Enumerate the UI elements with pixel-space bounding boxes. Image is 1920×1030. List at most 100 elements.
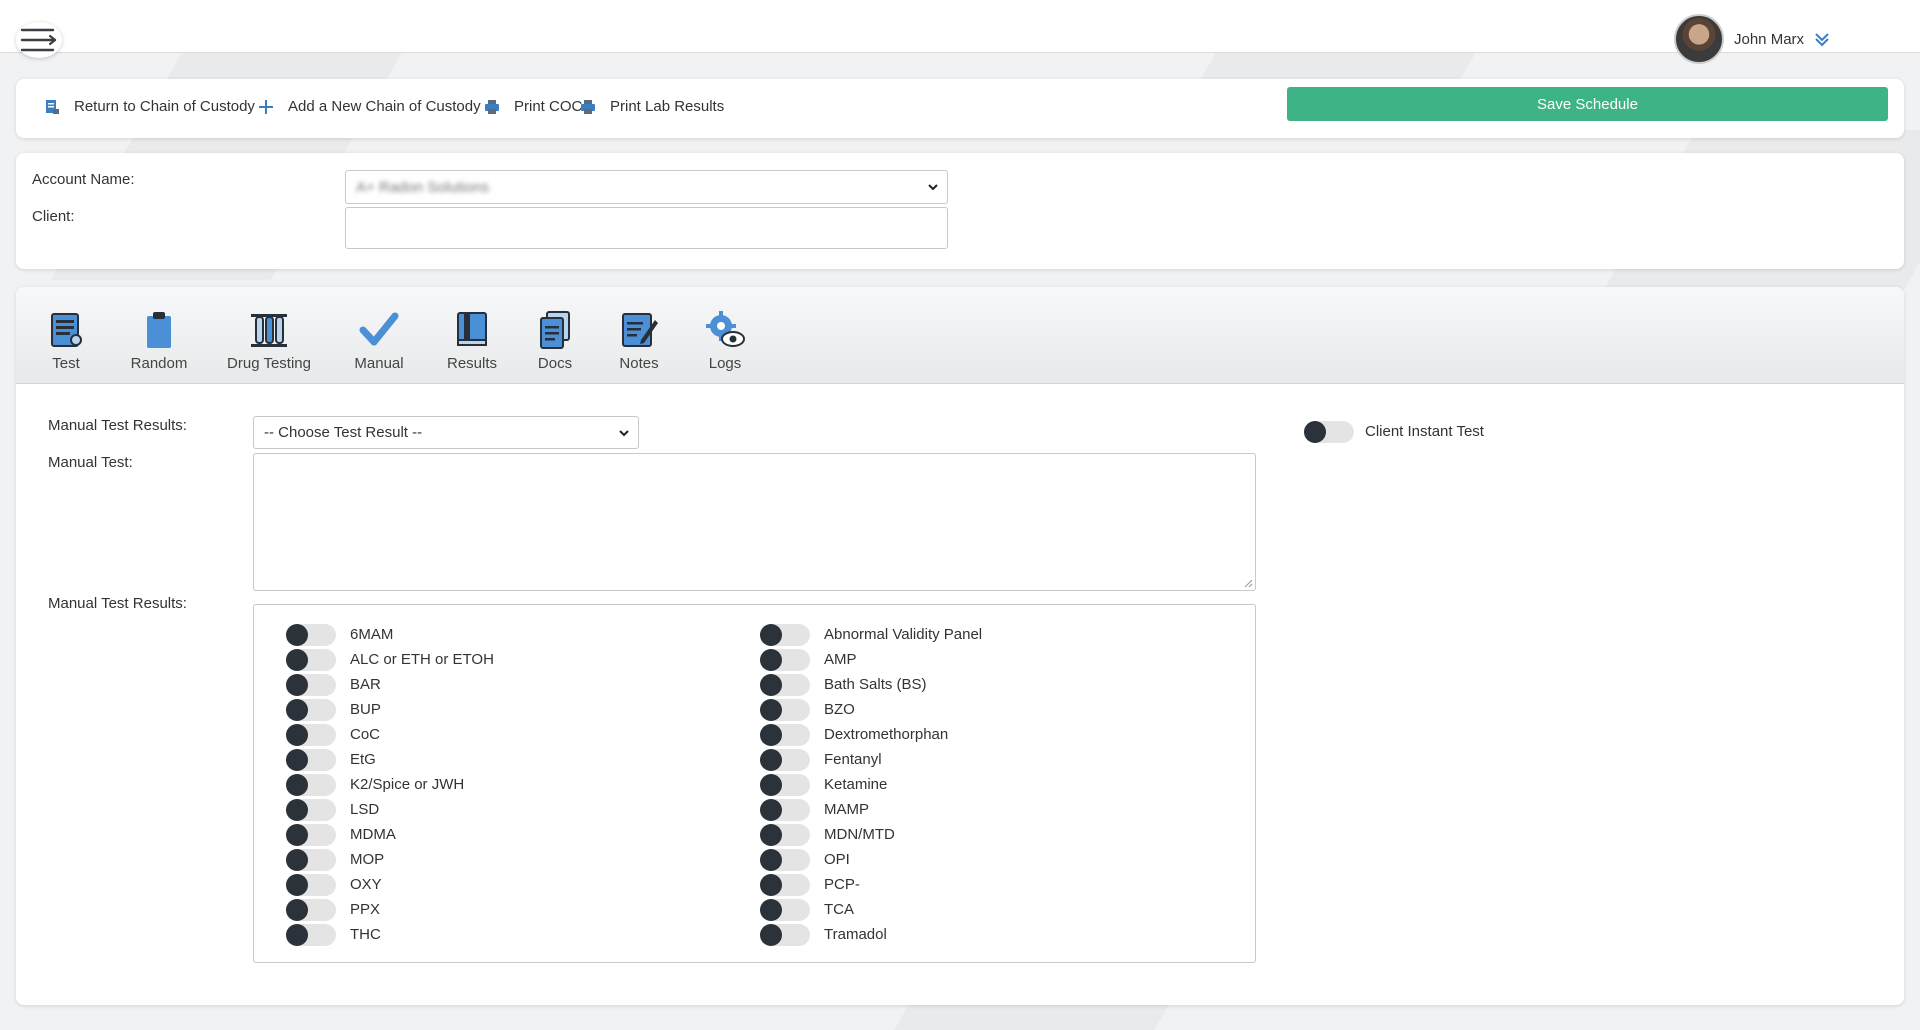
manual-test-result-value: -- Choose Test Result -- [264, 424, 423, 441]
toggle-knob [286, 924, 308, 946]
account-name-value: A+ Radon Solutions [356, 178, 490, 196]
tab-random[interactable]: Random [119, 310, 199, 384]
toggle-knob [286, 899, 308, 921]
tab-label: Test [52, 355, 80, 372]
notes-pencil-icon [622, 313, 658, 347]
drug-toggle[interactable] [760, 874, 810, 896]
toggle-knob [760, 849, 782, 871]
drug-label: Abnormal Validity Panel [824, 626, 983, 643]
drug-toggle[interactable] [286, 699, 336, 721]
hamburger-arrow-icon [20, 28, 57, 52]
manual-test-results-label: Manual Test Results: [48, 417, 187, 434]
drug-toggle[interactable] [286, 874, 336, 896]
tab-notes[interactable]: Notes [612, 310, 666, 384]
tab-label: Manual [354, 355, 404, 372]
drug-toggle[interactable] [286, 899, 336, 921]
toggle-knob [286, 774, 308, 796]
account-name-label: Account Name: [32, 171, 135, 188]
tab-label: Drug Testing [227, 355, 311, 372]
drug-toggle[interactable] [760, 749, 810, 771]
client-instant-test-toggle[interactable] [1304, 421, 1354, 443]
drug-label: BAR [350, 676, 381, 693]
user-name: John Marx [1734, 30, 1805, 48]
tab-label: Notes [619, 355, 659, 372]
toggle-knob [286, 849, 308, 871]
user-menu[interactable]: John Marx [1674, 14, 1830, 64]
return-to-coc-link[interactable]: Return to Chain of Custody [44, 98, 255, 115]
drug-label: PCP- [824, 876, 860, 893]
clipboard-icon [147, 312, 171, 348]
drug-toggle[interactable] [286, 624, 336, 646]
client-input[interactable] [345, 207, 948, 249]
actions-bar: Return to Chain of Custody Add a New Cha… [16, 79, 1904, 138]
drug-toggle[interactable] [760, 824, 810, 846]
toggle-knob [286, 649, 308, 671]
tab-label: Logs [708, 355, 742, 372]
tab-bar: Test Random Drug Testing Manual Results … [16, 287, 1904, 384]
drug-toggle[interactable] [286, 774, 336, 796]
manual-test-label: Manual Test: [48, 454, 133, 471]
drug-label: MOP [350, 851, 385, 868]
drug-toggle[interactable] [286, 849, 336, 871]
drug-label: TCA [824, 901, 854, 918]
plus-icon [259, 99, 273, 114]
tab-test[interactable]: Test [40, 310, 92, 384]
drug-toggle[interactable] [286, 824, 336, 846]
drug-toggle[interactable] [760, 699, 810, 721]
drug-label: BZO [824, 701, 855, 718]
drug-label: OPI [824, 851, 850, 868]
toggle-knob [760, 799, 782, 821]
drug-label: Tramadol [824, 926, 887, 943]
gear-eye-icon [706, 311, 745, 347]
drug-label: CoC [350, 726, 381, 743]
add-coc-link[interactable]: Add a New Chain of Custody [258, 98, 481, 115]
toggle-knob [286, 874, 308, 896]
avatar [1674, 14, 1724, 64]
drug-toggle[interactable] [760, 849, 810, 871]
drug-toggle[interactable] [760, 724, 810, 746]
chevron-down-icon [619, 429, 629, 436]
toggle-knob [760, 774, 782, 796]
drug-label: EtG [350, 751, 376, 768]
checkmark-icon [359, 312, 399, 346]
toggle-knob [760, 674, 782, 696]
tab-manual[interactable]: Manual [345, 310, 413, 384]
drug-toggle[interactable] [760, 924, 810, 946]
toggle-knob [760, 724, 782, 746]
drug-label: ALC or ETH or ETOH [350, 651, 494, 668]
tab-logs[interactable]: Logs [698, 310, 752, 384]
drug-label: 6MAM [350, 626, 394, 643]
save-schedule-button[interactable]: Save Schedule [1287, 87, 1888, 121]
drug-toggle[interactable] [760, 624, 810, 646]
drug-toggle[interactable] [286, 924, 336, 946]
manual-test-result-select[interactable]: -- Choose Test Result -- [253, 416, 639, 449]
account-name-select[interactable]: A+ Radon Solutions [345, 170, 948, 204]
manual-test-textarea[interactable] [253, 453, 1256, 591]
background-shape [891, 1005, 1169, 1030]
drug-toggle[interactable] [286, 674, 336, 696]
drug-toggle[interactable] [286, 749, 336, 771]
chevron-down-icon [928, 184, 938, 191]
printer-icon [485, 99, 499, 114]
test-tubes-icon [251, 314, 287, 347]
resize-handle-icon[interactable] [1243, 578, 1253, 588]
menu-button[interactable] [16, 22, 62, 58]
tab-drug-testing[interactable]: Drug Testing [220, 310, 318, 384]
drug-toggle[interactable] [286, 724, 336, 746]
client-instant-test-label: Client Instant Test [1365, 423, 1484, 440]
drug-toggle[interactable] [760, 899, 810, 921]
drug-toggle[interactable] [760, 649, 810, 671]
drug-label: K2/Spice or JWH [350, 776, 465, 793]
drug-toggle[interactable] [760, 799, 810, 821]
toggle-knob [760, 924, 782, 946]
print-lab-results-link[interactable]: Print Lab Results [580, 98, 724, 115]
drug-toggle[interactable] [286, 799, 336, 821]
drug-toggle[interactable] [286, 649, 336, 671]
drug-toggle[interactable] [760, 774, 810, 796]
drug-toggle[interactable] [760, 674, 810, 696]
print-coc-link[interactable]: Print COC [484, 98, 582, 115]
tab-docs[interactable]: Docs [530, 310, 580, 384]
tab-results[interactable]: Results [439, 310, 505, 384]
drug-label: Fentanyl [824, 751, 882, 768]
drug-label: MDN/MTD [824, 826, 895, 843]
